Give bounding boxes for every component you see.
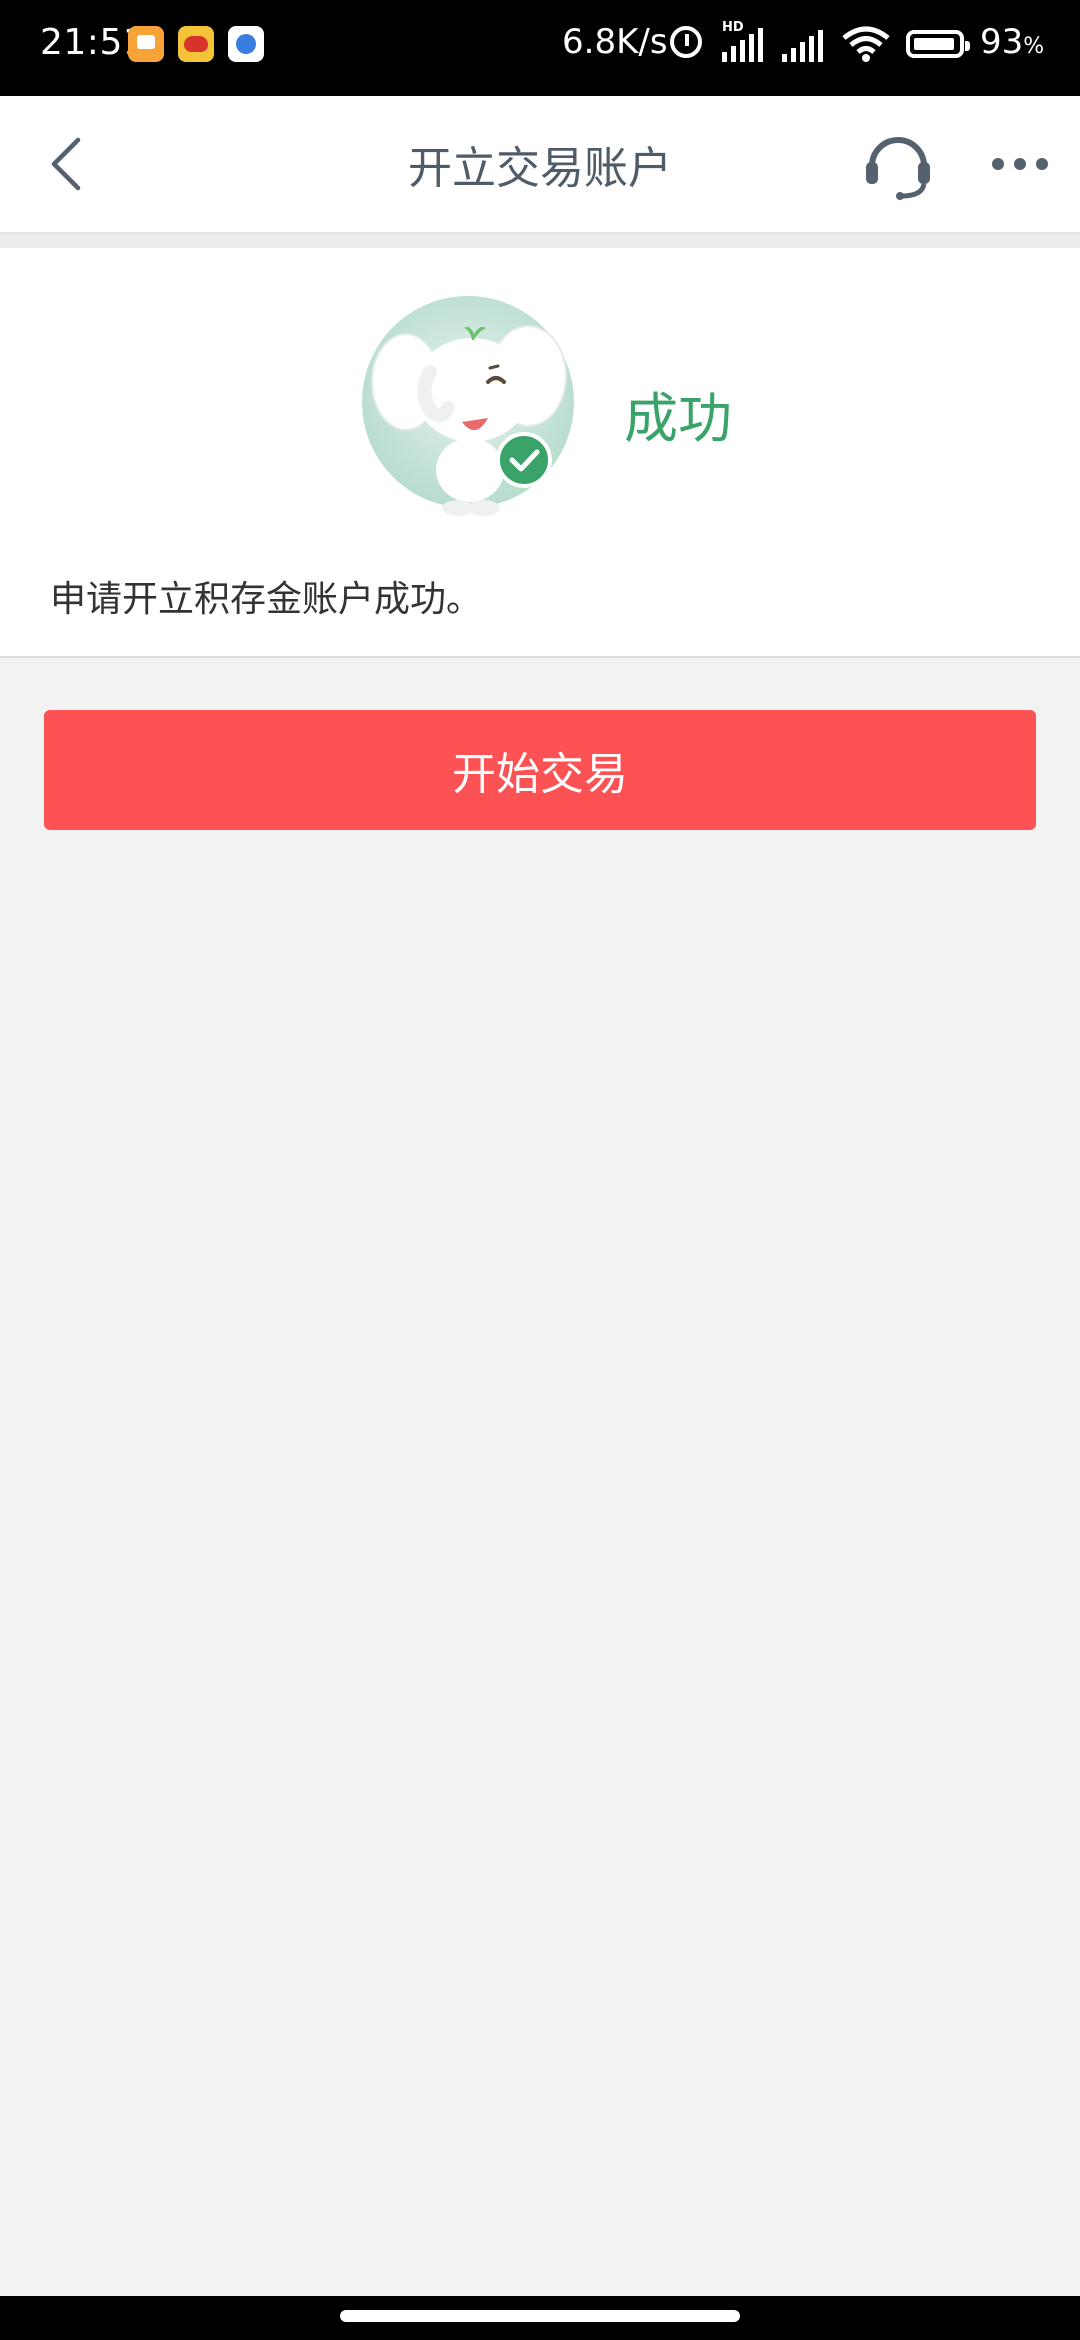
weibo-app-icon [178, 26, 214, 62]
battery-percent: 93% [980, 22, 1045, 62]
success-mascot-illustration [362, 296, 574, 516]
app-bar: 开立交易账户 [0, 96, 1080, 234]
headset-icon [866, 137, 930, 200]
network-speed: 6.8K/s [562, 22, 668, 62]
alarm-icon [670, 26, 702, 58]
success-status-label: 成功 [624, 387, 732, 450]
more-button[interactable] [990, 140, 1050, 188]
message-app-icon [128, 26, 164, 62]
status-bar: 21:51 6.8K/s HD 93% [0, 0, 1080, 96]
signal-icon-2 [782, 28, 823, 62]
more-dots-icon [992, 158, 1048, 170]
home-indicator[interactable] [340, 2310, 740, 2322]
wifi-icon [842, 26, 890, 62]
customer-service-button[interactable] [860, 126, 936, 202]
baidu-app-icon [228, 26, 264, 62]
result-card: 成功 申请开立积存金账户成功。 [0, 248, 1080, 658]
signal-icon [722, 28, 763, 62]
check-circle-icon [496, 432, 552, 488]
start-trading-button[interactable]: 开始交易 [44, 710, 1036, 830]
result-message: 申请开立积存金账户成功。 [50, 579, 483, 620]
header-divider [0, 234, 1080, 249]
system-nav-bar [0, 2296, 1080, 2340]
battery-icon [906, 30, 970, 58]
